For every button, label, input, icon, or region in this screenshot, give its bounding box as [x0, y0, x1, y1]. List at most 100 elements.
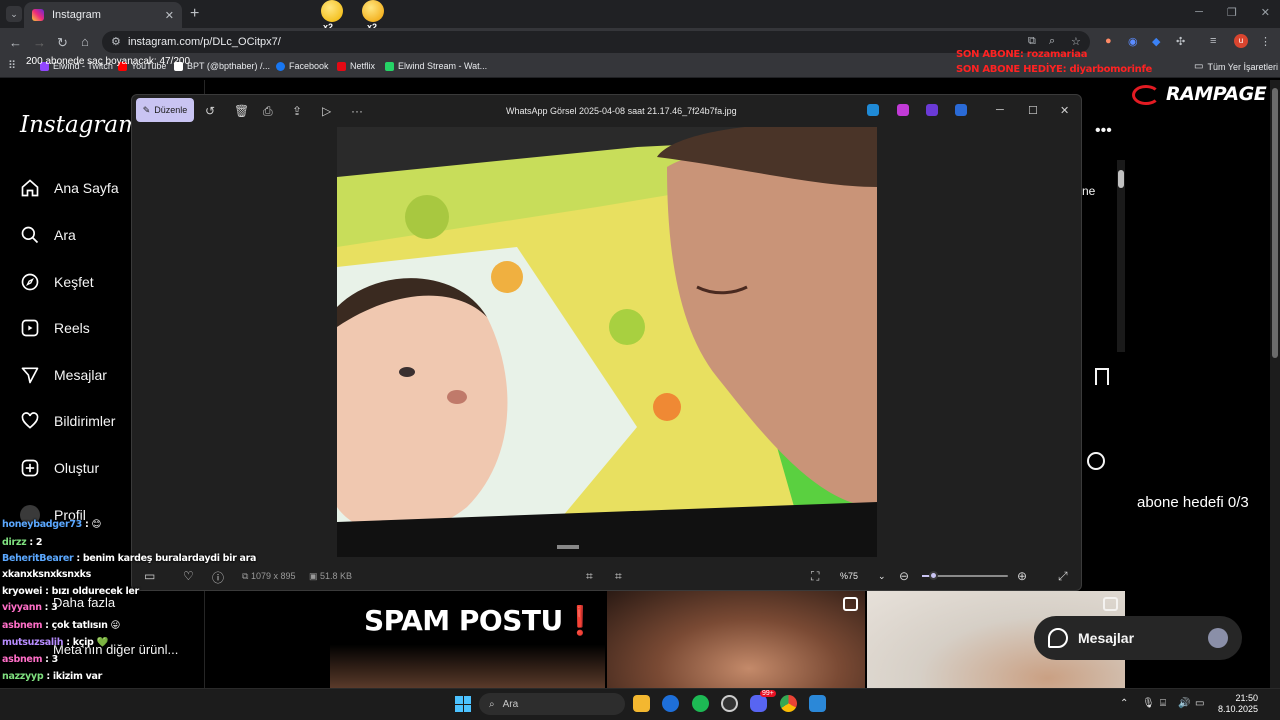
more-icon[interactable]: ···: [351, 104, 363, 118]
share-icon[interactable]: ⇪: [292, 104, 302, 118]
zoom-icon[interactable]: ⌕: [1049, 35, 1061, 47]
nav-create[interactable]: Oluştur: [20, 458, 99, 478]
media-control-icon[interactable]: ≡: [1210, 35, 1222, 47]
close-icon[interactable]: ✕: [1261, 6, 1270, 19]
edit-button[interactable]: ✎ Düzenle: [136, 98, 194, 122]
nav-home[interactable]: Ana Sayfa: [20, 178, 119, 198]
save-bookmark-icon[interactable]: [1095, 368, 1109, 385]
nav-explore[interactable]: Keşfet: [20, 272, 94, 292]
partial-caption-text: ne: [1082, 184, 1096, 198]
app-icon[interactable]: [867, 104, 879, 116]
taskbar-clock[interactable]: 21:50 8.10.2025: [1218, 693, 1258, 715]
tab-instagram[interactable]: Instagram ✕: [24, 2, 182, 28]
bookmark-item[interactable]: Facebook: [276, 61, 329, 71]
restore-icon[interactable]: ❐: [1227, 6, 1237, 19]
spotify-icon[interactable]: [692, 695, 709, 712]
visual-search-icon[interactable]: ⌗: [586, 569, 593, 584]
viewer-close-icon[interactable]: ✕: [1060, 104, 1069, 117]
battery-icon[interactable]: ▭: [1195, 698, 1204, 709]
chat-text: : bızı oldurecek ler: [42, 586, 139, 597]
chat-username: nazzyyp: [2, 671, 44, 682]
onedrive-icon[interactable]: [955, 104, 967, 116]
tab-search-button[interactable]: ⌄: [6, 6, 22, 22]
new-tab-button[interactable]: +: [190, 5, 199, 23]
nav-notifications[interactable]: Bildirimler: [20, 411, 115, 431]
zoom-out-icon[interactable]: ⊖: [899, 569, 909, 583]
profile-avatar[interactable]: u: [1234, 34, 1248, 48]
start-button[interactable]: [455, 696, 471, 712]
forward-icon[interactable]: →: [33, 35, 46, 50]
emoji-overlay-icon: [362, 0, 384, 22]
site-info-icon[interactable]: ⚙: [111, 35, 121, 48]
print-icon[interactable]: ⎙: [263, 104, 273, 119]
rotate-icon[interactable]: ↺: [205, 104, 215, 118]
nav-search[interactable]: Ara: [20, 225, 76, 245]
favorite-icon[interactable]: ♡: [183, 569, 194, 583]
minimize-icon[interactable]: ─: [1195, 6, 1203, 19]
page-scroll-thumb[interactable]: [1272, 88, 1278, 358]
last-sub-text: SON ABONE: rozamariaa: [956, 49, 1088, 60]
scan-text-icon[interactable]: ⌗: [615, 569, 622, 584]
info-icon[interactable]: ⓘ: [212, 569, 224, 586]
menu-icon[interactable]: ⋮: [1260, 35, 1272, 48]
reel-thumbnail[interactable]: [607, 591, 865, 688]
nav-reels[interactable]: Reels: [20, 318, 90, 338]
apps-grid-icon[interactable]: ⠿: [8, 59, 16, 72]
messages-pill[interactable]: Mesajlar: [1034, 616, 1242, 660]
file-explorer-icon[interactable]: [633, 695, 650, 712]
taskbar-search[interactable]: ⌕ Ara: [479, 693, 625, 715]
tab-close-icon[interactable]: ✕: [165, 9, 174, 22]
comments-scroll-thumb[interactable]: [1118, 170, 1124, 188]
heart-icon: [21, 412, 39, 429]
bookmark-star-icon[interactable]: ☆: [1071, 35, 1083, 48]
edit-icon: ✎: [142, 104, 151, 115]
filmstrip-icon[interactable]: ▭: [144, 569, 155, 583]
emoji-picker-icon[interactable]: [1087, 452, 1105, 470]
chat-text: : 3: [42, 654, 58, 665]
back-icon[interactable]: ←: [9, 35, 22, 50]
viewer-minimize-icon[interactable]: ─: [996, 104, 1004, 116]
chat-message: nazzyyp : ikizim var: [2, 671, 102, 682]
microphone-icon[interactable]: 🎙: [1142, 698, 1155, 709]
chat-message: honeybadger73 : 😊: [2, 519, 101, 530]
home-icon[interactable]: ⌂: [81, 34, 89, 49]
obs-icon[interactable]: [721, 695, 738, 712]
zoom-in-icon[interactable]: ⊕: [1017, 569, 1027, 583]
zoom-select[interactable]: %75 ⌄: [834, 566, 888, 586]
fit-to-window-icon[interactable]: ⛶: [811, 569, 819, 584]
chat-username: BeheritBearer: [2, 553, 74, 564]
chrome-icon[interactable]: [780, 695, 797, 712]
copilot-icon[interactable]: [897, 104, 909, 116]
extension-icon[interactable]: ◆: [1152, 35, 1164, 48]
nav-more[interactable]: Daha fazla: [53, 595, 115, 610]
install-app-icon[interactable]: ⧉: [1028, 35, 1040, 47]
chat-message: xkanxksnxksnxks: [2, 569, 91, 580]
comments-scrollbar[interactable]: [1117, 160, 1125, 352]
delete-icon[interactable]: 🗑: [234, 104, 249, 118]
instagram-logo[interactable]: Instagram: [20, 112, 140, 138]
bookmark-item[interactable]: Netflix: [337, 61, 375, 71]
edge-icon[interactable]: [662, 695, 679, 712]
clipchamp-icon[interactable]: [926, 104, 938, 116]
nav-messages[interactable]: Mesajlar: [20, 365, 107, 385]
extensions-puzzle-icon[interactable]: ✣: [1176, 35, 1188, 48]
network-icon[interactable]: ⌸: [1160, 698, 1166, 709]
reload-icon[interactable]: ↻: [57, 35, 68, 51]
file-title: WhatsApp Görsel 2025-04-08 saat 21.17.46…: [506, 106, 737, 116]
extension-icon[interactable]: ◉: [1128, 35, 1140, 48]
fullscreen-icon[interactable]: ⤢: [1058, 569, 1068, 584]
slideshow-icon[interactable]: ▷: [322, 104, 331, 118]
zoom-slider-handle[interactable]: [929, 571, 938, 580]
extension-icon[interactable]: ●: [1105, 35, 1117, 47]
all-bookmarks-folder[interactable]: ▭ Tüm Yer İşaretleri: [1194, 61, 1278, 72]
viewer-maximize-icon[interactable]: ☐: [1028, 104, 1038, 117]
photo-image[interactable]: [337, 127, 877, 557]
volume-icon[interactable]: 🔊: [1178, 698, 1190, 709]
photos-app-icon[interactable]: [809, 695, 826, 712]
tray-overflow-icon[interactable]: ⌃: [1120, 698, 1128, 709]
chat-message: mutsuzsalih : kçip 💚: [2, 637, 108, 648]
bookmark-item[interactable]: Elwind Stream - Wat...: [385, 61, 487, 71]
chat-username: viyyann: [2, 602, 42, 613]
discord-icon[interactable]: [750, 695, 767, 712]
more-options-icon[interactable]: •••: [1095, 122, 1112, 140]
